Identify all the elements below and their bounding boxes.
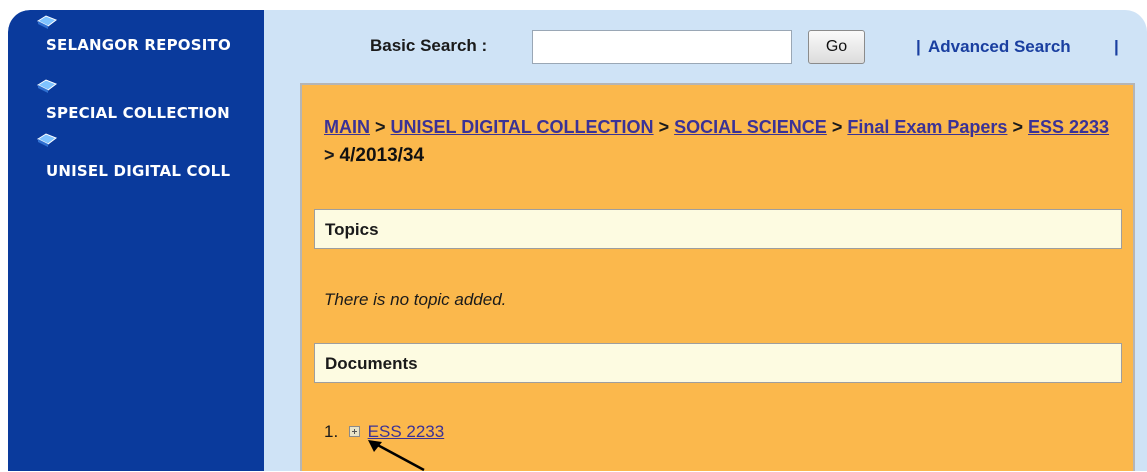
topics-empty-message: There is no topic added.	[324, 290, 507, 309]
go-button[interactable]: Go	[808, 30, 865, 64]
book-icon	[36, 79, 58, 93]
breadcrumb-unisel-digital-collection[interactable]: UNISEL DIGITAL COLLECTION	[391, 117, 654, 137]
separator-right: |	[1114, 37, 1119, 56]
sidebar-item-label[interactable]: SELANGOR REPOSITO	[46, 36, 231, 54]
book-icon	[36, 133, 58, 147]
app-frame: SELANGOR REPOSITO SPECIAL COLLECTION UNI…	[8, 10, 1147, 471]
breadcrumb: MAIN > UNISEL DIGITAL COLLECTION > SOCIA…	[324, 113, 1114, 170]
breadcrumb-ess-2233[interactable]: ESS 2233	[1028, 117, 1109, 137]
document-number: 1.	[324, 421, 339, 441]
sidebar-item-label[interactable]: SPECIAL COLLECTION	[46, 104, 230, 122]
basic-search-label: Basic Search :	[370, 36, 488, 55]
book-icon	[36, 15, 58, 29]
breadcrumb-final-exam-papers[interactable]: Final Exam Papers	[847, 117, 1007, 137]
expand-icon[interactable]	[348, 426, 360, 438]
breadcrumb-separator: >	[375, 117, 386, 137]
content-panel: MAIN > UNISEL DIGITAL COLLECTION > SOCIA…	[300, 83, 1135, 471]
breadcrumb-separator: >	[831, 117, 843, 137]
breadcrumb-current: 4/2013/34	[339, 145, 425, 166]
topics-header: Topics	[314, 209, 1122, 249]
breadcrumb-separator: >	[324, 145, 335, 165]
search-input[interactable]	[532, 30, 792, 64]
documents-header: Documents	[314, 343, 1122, 383]
separator-left: |	[916, 37, 921, 56]
topics-title: Topics	[325, 220, 379, 239]
arrow-cursor-icon	[368, 440, 425, 472]
sidebar-item-label[interactable]: UNISEL DIGITAL COLL	[46, 162, 230, 180]
breadcrumb-separator: >	[658, 117, 670, 137]
breadcrumb-social-science[interactable]: SOCIAL SCIENCE	[674, 117, 827, 137]
breadcrumb-separator: >	[1012, 117, 1023, 137]
advanced-search-link[interactable]: Advanced Search	[928, 37, 1071, 57]
breadcrumb-main[interactable]: MAIN	[324, 117, 370, 137]
sidebar: SELANGOR REPOSITO SPECIAL COLLECTION UNI…	[8, 10, 264, 471]
documents-title: Documents	[325, 354, 418, 373]
